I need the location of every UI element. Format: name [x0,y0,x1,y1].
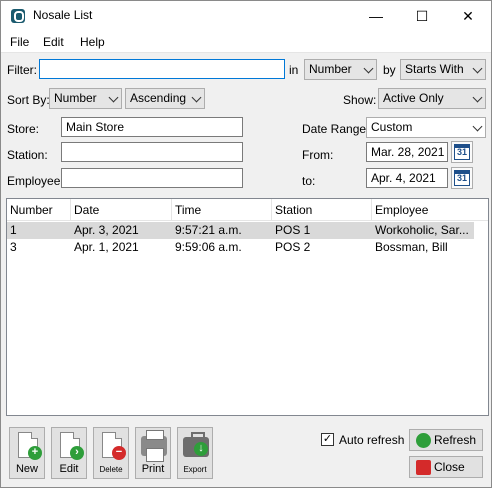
title-bar: Nosale List — ☐ ✕ [1,1,491,31]
cell-date: Apr. 3, 2021 [74,223,139,237]
show-select[interactable]: Active Only [378,88,486,109]
sort-order-value: Ascending [130,91,187,105]
sort-field-select[interactable]: Number [49,88,122,109]
to-date-field[interactable]: Apr. 4, 2021 [366,168,448,188]
filter-input[interactable] [39,59,285,79]
from-label: From: [302,148,334,162]
sort-field-value: Number [54,91,97,105]
chevron-down-icon [472,92,483,103]
filter-field-select[interactable]: Number [304,59,377,80]
employee-field[interactable] [61,168,243,188]
chevron-down-icon [108,92,119,103]
maximize-button[interactable]: ☐ [399,1,445,31]
cell-number: 1 [10,223,17,237]
refresh-button[interactable]: Refresh [409,429,483,451]
export-button-label: Export [183,465,207,474]
to-label: to: [302,174,316,188]
close-button-label: Close [434,460,465,474]
filter-label: Filter: [7,63,37,77]
from-calendar-button[interactable]: 31 [451,141,473,163]
date-range-label: Date Range: [302,122,370,136]
cell-station: POS 2 [275,240,311,254]
chevron-down-icon [472,121,483,132]
column-header-employee[interactable]: Employee [372,199,488,221]
sort-order-select[interactable]: Ascending [125,88,205,109]
delete-button-label: Delete [99,465,123,474]
auto-refresh-label: Auto refresh [339,433,405,447]
cell-date: Apr. 1, 2021 [74,240,139,254]
employee-label: Employee: [7,174,64,188]
cell-time: 9:59:06 a.m. [175,240,242,254]
column-header-station[interactable]: Station [272,199,372,221]
printer-icon [141,430,167,462]
window-title: Nosale List [33,8,93,22]
to-calendar-button[interactable]: 31 [451,167,473,189]
menu-help[interactable]: Help [80,35,105,49]
export-button[interactable]: ↓ Export [177,427,213,479]
menu-file[interactable]: File [10,35,29,49]
minimize-button[interactable]: — [353,1,399,31]
date-range-value: Custom [371,120,413,134]
refresh-button-label: Refresh [434,433,477,447]
close-x-icon [416,460,431,475]
menu-edit[interactable]: Edit [43,35,64,49]
edit-button-label: Edit [59,463,79,475]
table-row[interactable]: 3 Apr. 1, 2021 9:59:06 a.m. POS 2 Bossma… [7,239,474,256]
show-label: Show: [343,93,377,107]
store-label: Store: [7,122,40,136]
station-field[interactable] [61,142,243,162]
column-header-number[interactable]: Number [7,199,71,221]
plus-icon: + [28,446,42,460]
arrow-down-icon: ↓ [194,442,208,456]
nosale-table[interactable]: Number Date Time Station Employee 1 Apr.… [6,198,489,416]
date-range-select[interactable]: Custom [366,117,486,138]
print-button-label: Print [141,463,165,475]
filter-by-label: by [383,63,396,77]
calendar-icon: 31 [454,170,470,186]
chevron-down-icon [363,63,374,74]
app-icon [11,9,25,23]
cell-number: 3 [10,240,17,254]
minus-icon: − [112,446,126,460]
table-header: Number Date Time Station Employee [7,199,488,221]
cell-station: POS 1 [275,223,311,237]
cell-employee: Bossman, Bill [375,240,448,254]
chevron-down-icon [191,92,202,103]
filter-field-value: Number [309,62,352,76]
store-field[interactable]: Main Store [61,117,243,137]
new-button-label: New [15,463,38,475]
column-header-date[interactable]: Date [71,199,172,221]
print-button[interactable]: Print [135,427,171,479]
edit-button[interactable]: › Edit [51,427,87,479]
station-label: Station: [7,148,48,162]
delete-button[interactable]: − Delete [93,427,129,479]
show-value: Active Only [383,91,444,105]
close-window-button[interactable]: ✕ [445,1,491,31]
arrow-right-icon: › [70,446,84,460]
auto-refresh-checkbox[interactable]: ✓ [321,433,334,446]
column-header-time[interactable]: Time [172,199,272,221]
calendar-icon: 31 [454,144,470,160]
new-button[interactable]: + New [9,427,45,479]
nosale-list-window: Nosale List — ☐ ✕ File Edit Help Filter:… [0,0,492,488]
menu-bar: File Edit Help [1,31,491,53]
chevron-down-icon [472,63,483,74]
filter-mode-value: Starts With [405,62,464,76]
close-button[interactable]: Close [409,456,483,478]
filter-mode-select[interactable]: Starts With [400,59,486,80]
cell-employee: Workoholic, Sar... [375,223,469,237]
cell-time: 9:57:21 a.m. [175,223,242,237]
from-date-field[interactable]: Mar. 28, 2021 [366,142,448,162]
refresh-icon [416,433,431,448]
table-row[interactable]: 1 Apr. 3, 2021 9:57:21 a.m. POS 1 Workoh… [7,222,474,239]
filter-in-label: in [289,63,299,77]
sort-by-label: Sort By: [7,93,50,107]
